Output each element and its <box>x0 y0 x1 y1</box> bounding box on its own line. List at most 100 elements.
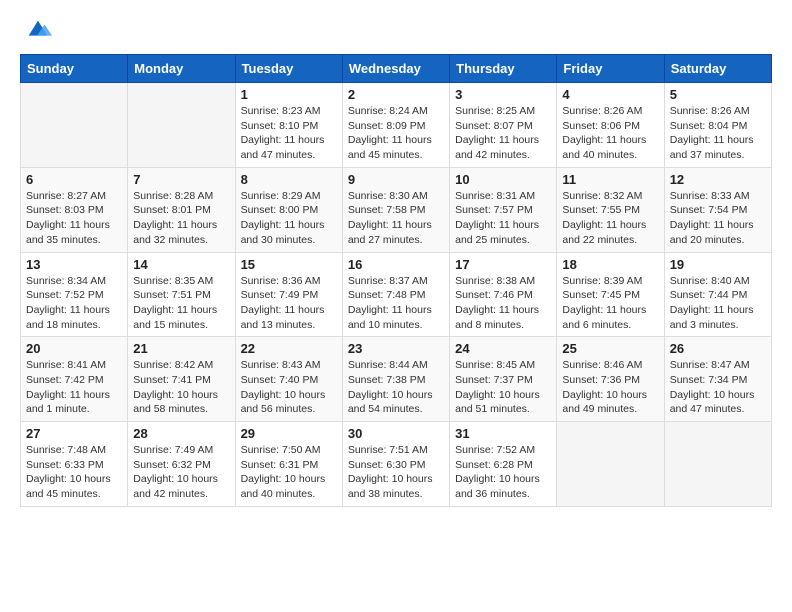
weekday-header: Thursday <box>450 55 557 83</box>
day-number: 27 <box>26 426 122 441</box>
day-number: 16 <box>348 257 444 272</box>
header <box>20 16 772 44</box>
weekday-header: Sunday <box>21 55 128 83</box>
day-info: Sunrise: 7:49 AM Sunset: 6:32 PM Dayligh… <box>133 443 229 502</box>
day-number: 21 <box>133 341 229 356</box>
calendar-cell: 5 Sunrise: 8:26 AM Sunset: 8:04 PM Daylig… <box>664 83 771 168</box>
calendar-cell <box>21 83 128 168</box>
day-info: Sunrise: 8:40 AM Sunset: 7:44 PM Dayligh… <box>670 274 766 333</box>
day-info: Sunrise: 8:33 AM Sunset: 7:54 PM Dayligh… <box>670 189 766 248</box>
logo <box>20 16 52 44</box>
calendar-week-row: 27 Sunrise: 7:48 AM Sunset: 6:33 PM Dayli… <box>21 422 772 507</box>
day-number: 5 <box>670 87 766 102</box>
calendar-cell: 14 Sunrise: 8:35 AM Sunset: 7:51 PM Dayli… <box>128 252 235 337</box>
day-info: Sunrise: 8:26 AM Sunset: 8:06 PM Dayligh… <box>562 104 658 163</box>
calendar-cell: 1 Sunrise: 8:23 AM Sunset: 8:10 PM Daylig… <box>235 83 342 168</box>
day-info: Sunrise: 8:23 AM Sunset: 8:10 PM Dayligh… <box>241 104 337 163</box>
calendar-cell: 9 Sunrise: 8:30 AM Sunset: 7:58 PM Daylig… <box>342 167 449 252</box>
calendar-week-row: 13 Sunrise: 8:34 AM Sunset: 7:52 PM Dayli… <box>21 252 772 337</box>
weekday-header: Monday <box>128 55 235 83</box>
day-number: 20 <box>26 341 122 356</box>
weekday-header: Saturday <box>664 55 771 83</box>
calendar-cell: 16 Sunrise: 8:37 AM Sunset: 7:48 PM Dayli… <box>342 252 449 337</box>
day-number: 11 <box>562 172 658 187</box>
calendar-cell: 11 Sunrise: 8:32 AM Sunset: 7:55 PM Dayli… <box>557 167 664 252</box>
logo-icon <box>24 16 52 44</box>
day-info: Sunrise: 8:44 AM Sunset: 7:38 PM Dayligh… <box>348 358 444 417</box>
day-info: Sunrise: 8:35 AM Sunset: 7:51 PM Dayligh… <box>133 274 229 333</box>
calendar-cell <box>557 422 664 507</box>
day-info: Sunrise: 8:39 AM Sunset: 7:45 PM Dayligh… <box>562 274 658 333</box>
day-info: Sunrise: 8:29 AM Sunset: 8:00 PM Dayligh… <box>241 189 337 248</box>
calendar-cell: 26 Sunrise: 8:47 AM Sunset: 7:34 PM Dayli… <box>664 337 771 422</box>
day-number: 29 <box>241 426 337 441</box>
calendar-cell: 17 Sunrise: 8:38 AM Sunset: 7:46 PM Dayli… <box>450 252 557 337</box>
calendar-cell: 15Sunrise: 8:36 AM Sunset: 7:49 PM Dayli… <box>235 252 342 337</box>
day-number: 4 <box>562 87 658 102</box>
day-info: Sunrise: 8:41 AM Sunset: 7:42 PM Dayligh… <box>26 358 122 417</box>
day-number: 10 <box>455 172 551 187</box>
calendar-cell: 2 Sunrise: 8:24 AM Sunset: 8:09 PM Daylig… <box>342 83 449 168</box>
day-number: 2 <box>348 87 444 102</box>
day-number: 24 <box>455 341 551 356</box>
calendar: SundayMondayTuesdayWednesdayThursdayFrid… <box>20 54 772 507</box>
day-number: 9 <box>348 172 444 187</box>
calendar-cell: 8 Sunrise: 8:29 AM Sunset: 8:00 PM Daylig… <box>235 167 342 252</box>
day-number: 13 <box>26 257 122 272</box>
day-info: Sunrise: 8:37 AM Sunset: 7:48 PM Dayligh… <box>348 274 444 333</box>
day-info: Sunrise: 7:51 AM Sunset: 6:30 PM Dayligh… <box>348 443 444 502</box>
calendar-cell: 20 Sunrise: 8:41 AM Sunset: 7:42 PM Dayli… <box>21 337 128 422</box>
day-number: 18 <box>562 257 658 272</box>
calendar-cell: 10 Sunrise: 8:31 AM Sunset: 7:57 PM Dayli… <box>450 167 557 252</box>
calendar-cell: 27 Sunrise: 7:48 AM Sunset: 6:33 PM Dayli… <box>21 422 128 507</box>
day-info: Sunrise: 8:30 AM Sunset: 7:58 PM Dayligh… <box>348 189 444 248</box>
day-number: 19 <box>670 257 766 272</box>
calendar-cell: 18 Sunrise: 8:39 AM Sunset: 7:45 PM Dayli… <box>557 252 664 337</box>
calendar-cell: 28 Sunrise: 7:49 AM Sunset: 6:32 PM Dayli… <box>128 422 235 507</box>
day-info: Sunrise: 8:36 AM Sunset: 7:49 PM Dayligh… <box>241 274 337 333</box>
day-info: Sunrise: 8:38 AM Sunset: 7:46 PM Dayligh… <box>455 274 551 333</box>
day-info: Sunrise: 8:31 AM Sunset: 7:57 PM Dayligh… <box>455 189 551 248</box>
day-info: Sunrise: 8:46 AM Sunset: 7:36 PM Dayligh… <box>562 358 658 417</box>
day-info: Sunrise: 8:43 AM Sunset: 7:40 PM Dayligh… <box>241 358 337 417</box>
day-info: Sunrise: 7:50 AM Sunset: 6:31 PM Dayligh… <box>241 443 337 502</box>
day-number: 28 <box>133 426 229 441</box>
calendar-cell: 21 Sunrise: 8:42 AM Sunset: 7:41 PM Dayli… <box>128 337 235 422</box>
day-info: Sunrise: 8:28 AM Sunset: 8:01 PM Dayligh… <box>133 189 229 248</box>
calendar-week-row: 6Sunrise: 8:27 AM Sunset: 8:03 PM Daylig… <box>21 167 772 252</box>
day-number: 26 <box>670 341 766 356</box>
calendar-cell: 25Sunrise: 8:46 AM Sunset: 7:36 PM Dayli… <box>557 337 664 422</box>
calendar-cell <box>664 422 771 507</box>
day-number: 7 <box>133 172 229 187</box>
calendar-cell: 30Sunrise: 7:51 AM Sunset: 6:30 PM Dayli… <box>342 422 449 507</box>
day-info: Sunrise: 8:32 AM Sunset: 7:55 PM Dayligh… <box>562 189 658 248</box>
calendar-cell: 7 Sunrise: 8:28 AM Sunset: 8:01 PM Daylig… <box>128 167 235 252</box>
day-info: Sunrise: 8:24 AM Sunset: 8:09 PM Dayligh… <box>348 104 444 163</box>
day-info: Sunrise: 7:48 AM Sunset: 6:33 PM Dayligh… <box>26 443 122 502</box>
calendar-cell: 13 Sunrise: 8:34 AM Sunset: 7:52 PM Dayli… <box>21 252 128 337</box>
weekday-header: Wednesday <box>342 55 449 83</box>
day-number: 8 <box>241 172 337 187</box>
calendar-cell: 22 Sunrise: 8:43 AM Sunset: 7:40 PM Dayli… <box>235 337 342 422</box>
calendar-cell: 24 Sunrise: 8:45 AM Sunset: 7:37 PM Dayli… <box>450 337 557 422</box>
day-number: 17 <box>455 257 551 272</box>
day-number: 12 <box>670 172 766 187</box>
day-info: Sunrise: 8:42 AM Sunset: 7:41 PM Dayligh… <box>133 358 229 417</box>
day-number: 23 <box>348 341 444 356</box>
calendar-week-row: 20 Sunrise: 8:41 AM Sunset: 7:42 PM Dayli… <box>21 337 772 422</box>
calendar-cell: 23 Sunrise: 8:44 AM Sunset: 7:38 PM Dayli… <box>342 337 449 422</box>
day-number: 22 <box>241 341 337 356</box>
day-info: Sunrise: 8:45 AM Sunset: 7:37 PM Dayligh… <box>455 358 551 417</box>
calendar-cell: 3Sunrise: 8:25 AM Sunset: 8:07 PM Daylig… <box>450 83 557 168</box>
calendar-cell: 29 Sunrise: 7:50 AM Sunset: 6:31 PM Dayli… <box>235 422 342 507</box>
day-number: 1 <box>241 87 337 102</box>
calendar-cell: 19 Sunrise: 8:40 AM Sunset: 7:44 PM Dayli… <box>664 252 771 337</box>
calendar-cell: 31Sunrise: 7:52 AM Sunset: 6:28 PM Dayli… <box>450 422 557 507</box>
day-info: Sunrise: 7:52 AM Sunset: 6:28 PM Dayligh… <box>455 443 551 502</box>
day-info: Sunrise: 8:34 AM Sunset: 7:52 PM Dayligh… <box>26 274 122 333</box>
day-info: Sunrise: 8:26 AM Sunset: 8:04 PM Dayligh… <box>670 104 766 163</box>
calendar-week-row: 1 Sunrise: 8:23 AM Sunset: 8:10 PM Daylig… <box>21 83 772 168</box>
day-info: Sunrise: 8:47 AM Sunset: 7:34 PM Dayligh… <box>670 358 766 417</box>
day-number: 14 <box>133 257 229 272</box>
calendar-cell <box>128 83 235 168</box>
